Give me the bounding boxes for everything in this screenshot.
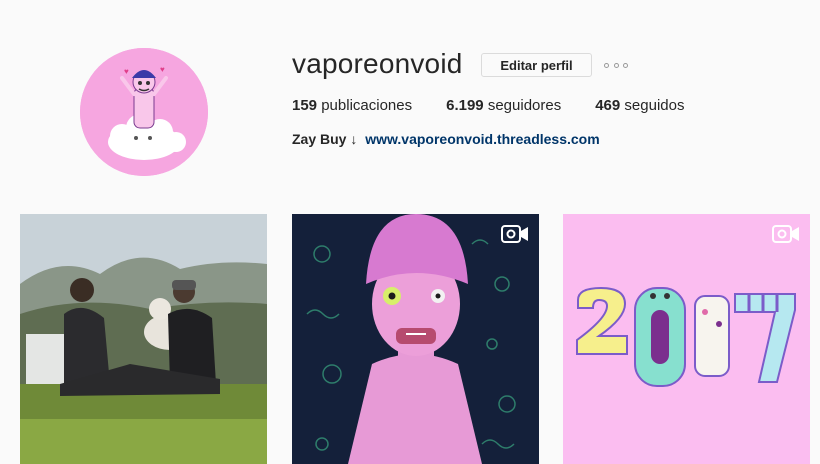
edit-profile-button[interactable]: Editar perfil bbox=[481, 53, 592, 77]
svg-text:♥: ♥ bbox=[160, 65, 165, 74]
video-thumbnail bbox=[292, 214, 539, 464]
followers-count: 6.199 bbox=[446, 97, 484, 114]
followers-label: seguidores bbox=[487, 97, 562, 114]
video-camera-icon bbox=[772, 225, 799, 243]
dot bbox=[604, 62, 609, 68]
followers-stat[interactable]: 6.199 seguidores bbox=[446, 97, 561, 114]
post-tile-3[interactable] bbox=[563, 214, 810, 464]
posts-stat: 159 publicaciones bbox=[292, 97, 412, 114]
posts-label: publicaciones bbox=[321, 97, 413, 114]
profile-bio: Zay Buy ↓ www.vaporeonvoid.threadless.co… bbox=[292, 131, 600, 147]
video-thumbnail bbox=[563, 214, 810, 464]
profile-avatar[interactable]: ♥ ♥ bbox=[80, 48, 208, 176]
post-tile-2[interactable] bbox=[292, 214, 539, 464]
following-label: seguidos bbox=[624, 97, 685, 114]
following-count: 469 bbox=[595, 97, 621, 114]
avatar-illustration: ♥ ♥ bbox=[80, 48, 208, 176]
more-options-icon[interactable] bbox=[604, 58, 628, 72]
svg-text:♥: ♥ bbox=[124, 67, 129, 76]
dot bbox=[613, 62, 619, 68]
posts-count: 159 bbox=[292, 97, 318, 114]
profile-username: vaporeonvoid bbox=[292, 48, 463, 79]
profile-stats: 159 publicaciones 6.199 seguidores 469 s… bbox=[292, 97, 718, 114]
dot bbox=[623, 62, 628, 68]
following-stat[interactable]: 469 seguidos bbox=[595, 97, 684, 114]
post-tile-1[interactable] bbox=[20, 214, 267, 464]
bio-link[interactable]: www.vaporeonvoid.threadless.com bbox=[365, 131, 599, 147]
video-camera-icon bbox=[501, 225, 528, 243]
photo-image bbox=[20, 214, 267, 464]
bio-name: Zay Buy ↓ bbox=[292, 131, 358, 147]
